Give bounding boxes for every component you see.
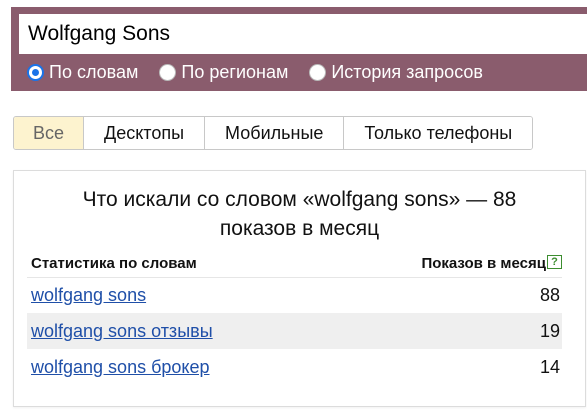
tab-phones-only[interactable]: Только телефоны — [343, 117, 533, 149]
radio-query-history-label[interactable]: История запросов — [331, 62, 483, 83]
count-cell: 88 — [539, 284, 560, 305]
tab-mobile[interactable]: Мобильные — [204, 117, 344, 149]
column-header-count-label: Показов в месяц — [421, 255, 546, 273]
phrase-cell: wolfgang sons — [27, 277, 331, 313]
radio-checked-icon[interactable] — [27, 63, 44, 81]
word-stats-card: Что искали со словом «wolfgang sons» — 8… — [13, 170, 586, 407]
radio-unchecked-icon[interactable] — [309, 63, 327, 81]
search-mode-radio-group: По словам По регионам История запросов — [27, 60, 483, 84]
radio-by-regions[interactable]: По регионам — [159, 62, 288, 83]
search-header: По словам По регионам История запросов — [11, 7, 587, 91]
table-row: wolfgang sons 88 — [27, 277, 562, 313]
phrase-link[interactable]: wolfgang sons — [31, 285, 146, 305]
phrase-cell: wolfgang sons брокер — [27, 349, 331, 385]
radio-by-words-label[interactable]: По словам — [49, 62, 138, 83]
table-row: wolfgang sons отзывы 19 — [27, 313, 562, 349]
stats-title-line-1: Что искали со словом «wolfgang sons» — 8… — [82, 188, 517, 211]
search-input[interactable] — [19, 14, 587, 54]
column-header-count: Показов в месяц? — [330, 251, 562, 278]
stats-title: Что искали со словом «wolfgang sons» — 8… — [14, 185, 585, 243]
device-tabs: Все Десктопы Мобильные Только телефоны — [13, 116, 534, 150]
count-cell: 14 — [539, 356, 560, 377]
phrase-link[interactable]: wolfgang sons отзывы — [31, 321, 213, 341]
table-row: wolfgang sons брокер 14 — [27, 349, 562, 385]
table-header-row: Статистика по словам Показов в месяц? — [27, 251, 562, 278]
radio-by-regions-label[interactable]: По регионам — [181, 62, 288, 83]
column-header-phrase: Статистика по словам — [27, 251, 331, 278]
word-stats-table: Статистика по словам Показов в месяц? wo… — [27, 251, 562, 385]
radio-unchecked-icon[interactable] — [159, 63, 177, 81]
radio-by-words[interactable]: По словам — [27, 62, 138, 83]
phrase-cell: wolfgang sons отзывы — [27, 313, 331, 349]
help-icon[interactable]: ? — [547, 255, 562, 270]
tab-desktops[interactable]: Десктопы — [83, 117, 205, 149]
radio-query-history[interactable]: История запросов — [309, 62, 483, 83]
count-cell: 19 — [330, 313, 562, 349]
phrase-link[interactable]: wolfgang sons брокер — [31, 357, 210, 377]
stats-title-line-2: показов в месяц — [219, 217, 380, 240]
tab-all[interactable]: Все — [14, 117, 84, 149]
